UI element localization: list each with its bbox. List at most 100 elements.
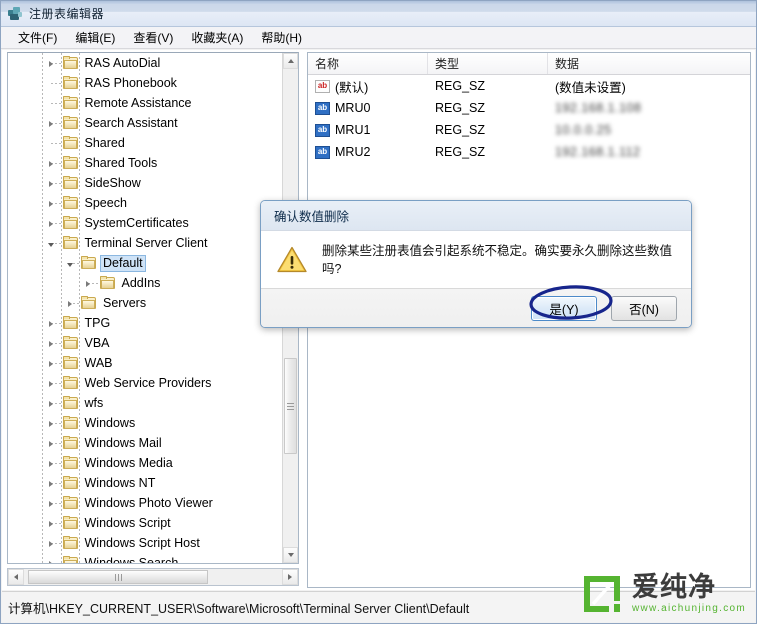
folder-icon — [62, 416, 79, 430]
scroll-down-arrow-icon[interactable] — [283, 547, 298, 563]
watermark-text: 爱纯净 www.aichunjing.com — [632, 574, 746, 614]
watermark-name: 爱纯净 — [632, 572, 716, 603]
tree-item[interactable]: Shared Tools — [8, 153, 282, 173]
menu-favorites[interactable]: 收藏夹(A) — [182, 27, 252, 48]
expand-arrow-icon[interactable] — [46, 338, 57, 349]
tree-item[interactable]: Default — [8, 253, 282, 273]
value-row[interactable]: ab MRU0 REG_SZ 192.168.1.108 — [308, 97, 750, 119]
tree-hscroll-thumb[interactable] — [28, 570, 208, 584]
expand-arrow-icon[interactable] — [46, 58, 57, 69]
tree-item[interactable]: Windows Media — [8, 453, 282, 473]
scroll-right-arrow-icon[interactable] — [282, 569, 298, 585]
tree-item[interactable]: Windows Script — [8, 513, 282, 533]
tree-item[interactable]: Windows NT — [8, 473, 282, 493]
no-button[interactable]: 否(N) — [611, 296, 677, 321]
expand-arrow-icon[interactable] — [46, 518, 57, 529]
column-header-type[interactable]: 类型 — [428, 53, 548, 74]
menu-help[interactable]: 帮助(H) — [252, 27, 311, 48]
tree-item[interactable]: Shared — [8, 133, 282, 153]
expand-arrow-icon[interactable] — [46, 438, 57, 449]
folder-icon — [62, 556, 79, 563]
expand-arrow-icon[interactable] — [46, 398, 57, 409]
value-row[interactable]: ab MRU2 REG_SZ 192.168.1.112 — [308, 141, 750, 163]
value-name-cell: ab MRU0 — [308, 101, 428, 115]
expand-arrow-icon[interactable] — [64, 298, 75, 309]
scroll-up-arrow-icon[interactable] — [283, 53, 298, 69]
tree-item-label: SystemCertificates — [84, 216, 189, 230]
value-row[interactable]: ab (默认) REG_SZ (数值未设置) — [308, 75, 750, 97]
expand-arrow-icon[interactable] — [46, 558, 57, 563]
tree-item[interactable]: Search Assistant — [8, 113, 282, 133]
value-row[interactable]: ab MRU1 REG_SZ 10.0.0.25 — [308, 119, 750, 141]
expand-arrow-icon[interactable] — [46, 198, 57, 209]
tree-item-label: wfs — [84, 396, 104, 410]
expand-arrow-icon[interactable] — [46, 418, 57, 429]
tree-item[interactable]: Windows — [8, 413, 282, 433]
menu-bar: 文件(F) 编辑(E) 查看(V) 收藏夹(A) 帮助(H) — [1, 27, 756, 49]
dialog-footer: 是(Y) 否(N) — [261, 285, 691, 327]
value-type-cell: REG_SZ — [435, 123, 486, 137]
registry-tree-pane[interactable]: RAS AutoDial RAS Phonebook Remote Assistan… — [7, 52, 299, 564]
value-data-cell: 192.168.1.108 — [555, 101, 642, 115]
menu-edit[interactable]: 编辑(E) — [66, 27, 124, 48]
tree-item[interactable]: wfs — [8, 393, 282, 413]
collapse-arrow-icon[interactable] — [46, 238, 57, 249]
dialog-title-bar: 确认数值删除 — [261, 201, 691, 231]
tree-item[interactable]: VBA — [8, 333, 282, 353]
expand-arrow-icon[interactable] — [46, 218, 57, 229]
tree-item[interactable]: Windows Mail — [8, 433, 282, 453]
registry-tree[interactable]: RAS AutoDial RAS Phonebook Remote Assistan… — [8, 53, 282, 563]
tree-item-label: Windows Search — [84, 556, 179, 563]
tree-item-label: Windows Script — [84, 516, 171, 530]
ab-blue-icon: ab — [315, 145, 330, 159]
yes-button[interactable]: 是(Y) — [531, 296, 597, 321]
expand-arrow-icon[interactable] — [46, 358, 57, 369]
expand-arrow-icon[interactable] — [46, 458, 57, 469]
tree-item[interactable]: AddIns — [8, 273, 282, 293]
expand-arrow-icon[interactable] — [46, 118, 57, 129]
watermark: 爱纯净 www.aichunjing.com — [581, 573, 746, 615]
menu-view[interactable]: 查看(V) — [124, 27, 182, 48]
tree-item-label: TPG — [84, 316, 111, 330]
tree-connector-line — [50, 143, 63, 144]
value-name-text: MRU2 — [335, 145, 371, 159]
expand-arrow-icon[interactable] — [46, 178, 57, 189]
tree-item-label: Windows — [84, 416, 136, 430]
column-header-name[interactable]: 名称 — [308, 53, 428, 74]
tree-horizontal-scrollbar[interactable] — [7, 568, 299, 586]
tree-item[interactable]: RAS AutoDial — [8, 53, 282, 73]
tree-item[interactable]: RAS Phonebook — [8, 73, 282, 93]
confirm-value-delete-dialog: 确认数值删除 删除某些注册表值会引起系统不稳定。确实要永久删除这些数值吗? 是(… — [260, 200, 692, 328]
tree-item[interactable]: Remote Assistance — [8, 93, 282, 113]
tree-item[interactable]: SideShow — [8, 173, 282, 193]
tree-scroll-thumb[interactable] — [284, 358, 297, 454]
folder-icon — [62, 176, 79, 190]
expand-arrow-icon[interactable] — [46, 158, 57, 169]
expand-arrow-icon[interactable] — [46, 498, 57, 509]
tree-item[interactable]: Terminal Server Client — [8, 233, 282, 253]
value-name-text: MRU1 — [335, 123, 371, 137]
tree-item[interactable]: Windows Search — [8, 553, 282, 563]
collapse-arrow-icon[interactable] — [64, 258, 75, 269]
value-name-cell: ab MRU1 — [308, 123, 428, 137]
expand-arrow-icon[interactable] — [46, 478, 57, 489]
scroll-left-arrow-icon[interactable] — [8, 569, 24, 585]
column-header-data[interactable]: 数据 — [548, 53, 750, 74]
menu-file[interactable]: 文件(F) — [9, 27, 66, 48]
tree-item-label: Servers — [103, 296, 147, 310]
tree-item[interactable]: Windows Script Host — [8, 533, 282, 553]
value-name-text: (默认) — [335, 80, 369, 95]
tree-item-label: Windows Mail — [84, 436, 162, 450]
tree-item[interactable]: WAB — [8, 353, 282, 373]
tree-item[interactable]: TPG — [8, 313, 282, 333]
expand-arrow-icon[interactable] — [46, 318, 57, 329]
tree-item[interactable]: Windows Photo Viewer — [8, 493, 282, 513]
expand-arrow-icon[interactable] — [46, 378, 57, 389]
tree-item[interactable]: SystemCertificates — [8, 213, 282, 233]
tree-item[interactable]: Speech — [8, 193, 282, 213]
ab-red-icon: ab — [315, 79, 330, 93]
expand-arrow-icon[interactable] — [83, 278, 94, 289]
tree-item[interactable]: Web Service Providers — [8, 373, 282, 393]
tree-item[interactable]: Servers — [8, 293, 282, 313]
expand-arrow-icon[interactable] — [46, 538, 57, 549]
